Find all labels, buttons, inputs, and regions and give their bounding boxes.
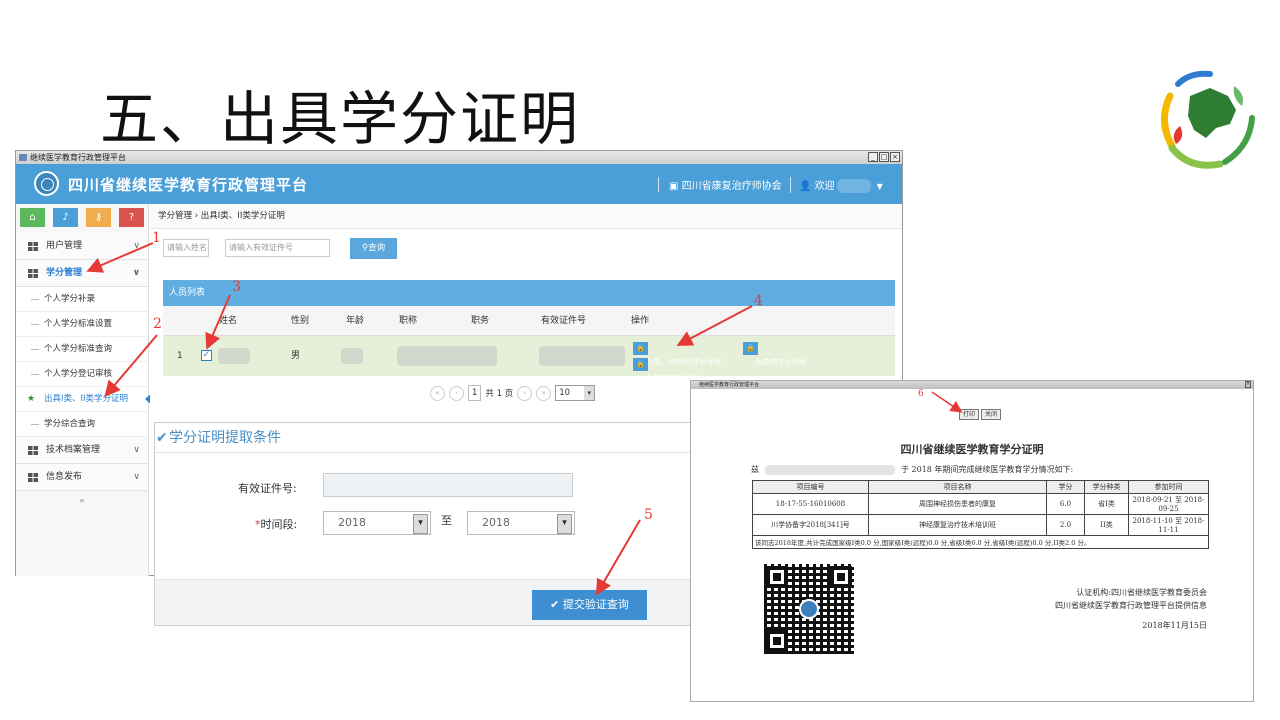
annotation-arrows [86, 242, 963, 596]
arrow-1 [86, 242, 154, 273]
arrow-2 [104, 334, 158, 398]
arrow-6 [931, 391, 963, 413]
arrow-5 [595, 519, 641, 596]
arrow-3 [205, 294, 231, 350]
arrow-4 [676, 305, 753, 346]
